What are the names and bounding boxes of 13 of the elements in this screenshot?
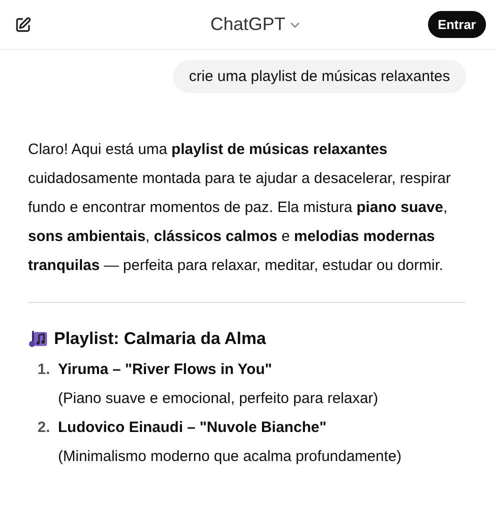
model-selector[interactable]: ChatGPT [210, 14, 302, 35]
login-button[interactable]: Entrar [428, 11, 486, 38]
track-description: (Minimalismo moderno que acalma profundamente) [58, 447, 402, 467]
list-number: 1. [36, 360, 51, 380]
list-number: 2. [36, 418, 51, 438]
track-title: Yiruma – "River Flows in You" [58, 360, 273, 380]
track-description: (Piano suave e emocional, perfeito para relaxar) [58, 389, 380, 409]
track-title: Ludovico Einaudi – "Nuvole Bianche" [58, 418, 328, 438]
music-notes-icon [28, 329, 48, 349]
user-message: crie uma playlist de músicas relaxantes [173, 60, 466, 93]
new-chat-icon[interactable] [14, 16, 32, 34]
assistant-paragraph: Claro! Aqui está uma playlist de músicas relaxantes cuidadosamente montada para te ajudar a desacelerar, respirar fundo e encontrar momentos de paz. Ela mistura piano suave, sons ambientais, clássicos calmos e melodias modernas tranquilas — perfeita para relaxar, meditar, estudar ou dormir. [28, 140, 452, 276]
playlist-heading: Playlist: Calmaria da Alma [54, 329, 266, 349]
